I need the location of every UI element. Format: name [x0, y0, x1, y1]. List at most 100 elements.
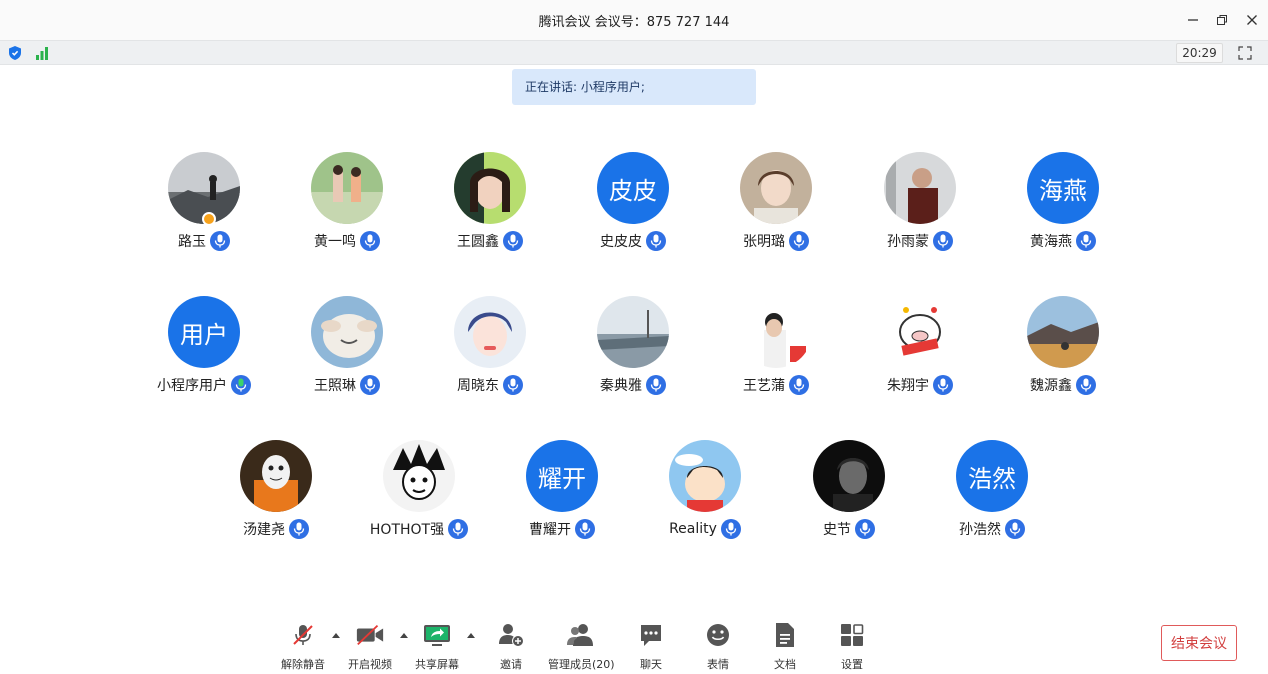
reactions-button[interactable]: 表情	[703, 620, 733, 672]
participant-name: 秦典雅	[600, 378, 642, 394]
participant-avatar	[383, 440, 455, 512]
participant-name: 王圆鑫	[457, 234, 499, 250]
unmute-button[interactable]: 解除静音	[280, 620, 326, 672]
participant-avatar	[311, 152, 383, 224]
settings-button[interactable]: 设置	[837, 620, 867, 672]
participant-tile[interactable]: 张明璐	[711, 152, 841, 262]
participant-tile[interactable]: 魏源鑫	[998, 296, 1128, 406]
minimize-button[interactable]	[1181, 8, 1205, 32]
documents-button[interactable]: 文档	[770, 620, 800, 672]
host-badge-icon	[202, 212, 216, 226]
participant-tile[interactable]: 孙雨蒙	[855, 152, 985, 262]
participant-tile[interactable]: 秦典雅	[568, 296, 698, 406]
participant-mic-icon	[855, 519, 875, 539]
participant-tile[interactable]: 黄一鸣	[282, 152, 412, 262]
participant-avatar	[597, 296, 669, 368]
mic-icon	[507, 234, 519, 248]
participant-tile[interactable]: 王圆鑫	[425, 152, 555, 262]
share-options-caret-icon[interactable]	[466, 632, 476, 640]
fullscreen-icon[interactable]	[1237, 45, 1253, 61]
signal-strength-icon[interactable]	[34, 45, 50, 61]
invite-label: 邀请	[500, 658, 522, 671]
participant-avatar: 皮皮	[597, 152, 669, 224]
unmute-label: 解除静音	[281, 658, 325, 671]
window-title: 腾讯会议 会议号：875 727 144	[538, 15, 730, 30]
participant-name: Reality	[669, 521, 717, 537]
title-bar: 腾讯会议 会议号：875 727 144	[0, 0, 1268, 40]
participant-name: 王照琳	[314, 378, 356, 394]
participant-tile[interactable]: 路玉	[139, 152, 269, 262]
members-icon	[567, 624, 593, 646]
participant-avatar	[454, 152, 526, 224]
close-button[interactable]	[1240, 8, 1264, 32]
participant-tile[interactable]: 用户 小程序用户	[139, 296, 269, 406]
participant-name: 魏源鑫	[1030, 378, 1072, 394]
settings-label: 设置	[841, 658, 863, 671]
participant-tile[interactable]: 王艺蒲	[711, 296, 841, 406]
participant-name: 孙浩然	[959, 522, 1001, 538]
participant-tile[interactable]: 海燕 黄海燕	[998, 152, 1128, 262]
mic-icon	[650, 234, 662, 248]
participant-name: 张明璐	[743, 234, 785, 250]
mic-icon	[214, 234, 226, 248]
avatar-initials: 耀开	[538, 464, 586, 493]
mic-icon	[1080, 378, 1092, 392]
participant-name: 史皮皮	[600, 234, 642, 250]
participant-avatar: 耀开	[526, 440, 598, 512]
participant-name: 朱翔宇	[887, 378, 929, 394]
mic-icon	[793, 234, 805, 248]
mic-icon	[452, 522, 464, 536]
reactions-label: 表情	[707, 658, 729, 671]
participant-tile[interactable]: 耀开 曹耀开	[497, 440, 627, 550]
participant-tile[interactable]: 周晓东	[425, 296, 555, 406]
participant-name: 路玉	[178, 234, 206, 250]
mic-icon	[859, 522, 871, 536]
participant-tile[interactable]: 朱翔宇	[855, 296, 985, 406]
participant-mic-icon	[360, 375, 380, 395]
speaking-mic-icon	[231, 375, 251, 395]
chat-button[interactable]: 聊天	[636, 620, 666, 672]
participant-mic-icon	[789, 231, 809, 251]
share-screen-button[interactable]: 共享屏幕	[414, 620, 460, 672]
participant-avatar	[669, 440, 741, 512]
participant-tile[interactable]: 王照琳	[282, 296, 412, 406]
muted-mic-icon	[293, 625, 313, 645]
mic-icon	[937, 234, 949, 248]
participant-tile[interactable]: HOTHOT强	[354, 440, 484, 550]
mic-icon	[650, 378, 662, 392]
video-options-caret-icon[interactable]	[399, 632, 409, 640]
participant-avatar	[884, 152, 956, 224]
participant-tile[interactable]: Reality	[640, 440, 770, 550]
participant-tile[interactable]: 汤建尧	[211, 440, 341, 550]
participant-mic-icon	[503, 231, 523, 251]
participant-name: 黄一鸣	[314, 234, 356, 250]
participant-tile[interactable]: 浩然 孙浩然	[927, 440, 1057, 550]
mic-icon	[793, 378, 805, 392]
end-meeting-button[interactable]: 结束会议	[1161, 625, 1237, 661]
participant-avatar	[813, 440, 885, 512]
mic-icon	[364, 378, 376, 392]
participant-avatar	[884, 296, 956, 368]
meeting-clock: 20:29	[1176, 43, 1223, 63]
invite-user-icon	[499, 624, 524, 647]
security-shield-icon[interactable]	[7, 45, 23, 61]
participant-mic-icon	[448, 519, 469, 539]
documents-label: 文档	[774, 658, 796, 671]
manage-members-button[interactable]: 管理成员(20)	[548, 620, 615, 672]
chat-label: 聊天	[640, 658, 662, 671]
restore-button[interactable]	[1210, 8, 1234, 32]
invite-button[interactable]: 邀请	[496, 620, 526, 672]
emoji-icon	[707, 624, 729, 646]
audio-options-caret-icon[interactable]	[331, 632, 341, 640]
participant-name: 周晓东	[457, 378, 499, 394]
participant-tile[interactable]: 皮皮 史皮皮	[568, 152, 698, 262]
participant-name: 小程序用户	[157, 378, 227, 394]
participant-mic-icon	[646, 375, 666, 395]
start-video-button[interactable]: 开启视频	[347, 620, 393, 672]
participant-tile[interactable]: 史节	[784, 440, 914, 550]
chat-icon	[641, 625, 661, 646]
participant-mic-icon	[1005, 519, 1025, 539]
participant-avatar	[311, 296, 383, 368]
mic-icon	[507, 378, 519, 392]
participant-name: 史节	[823, 522, 851, 538]
